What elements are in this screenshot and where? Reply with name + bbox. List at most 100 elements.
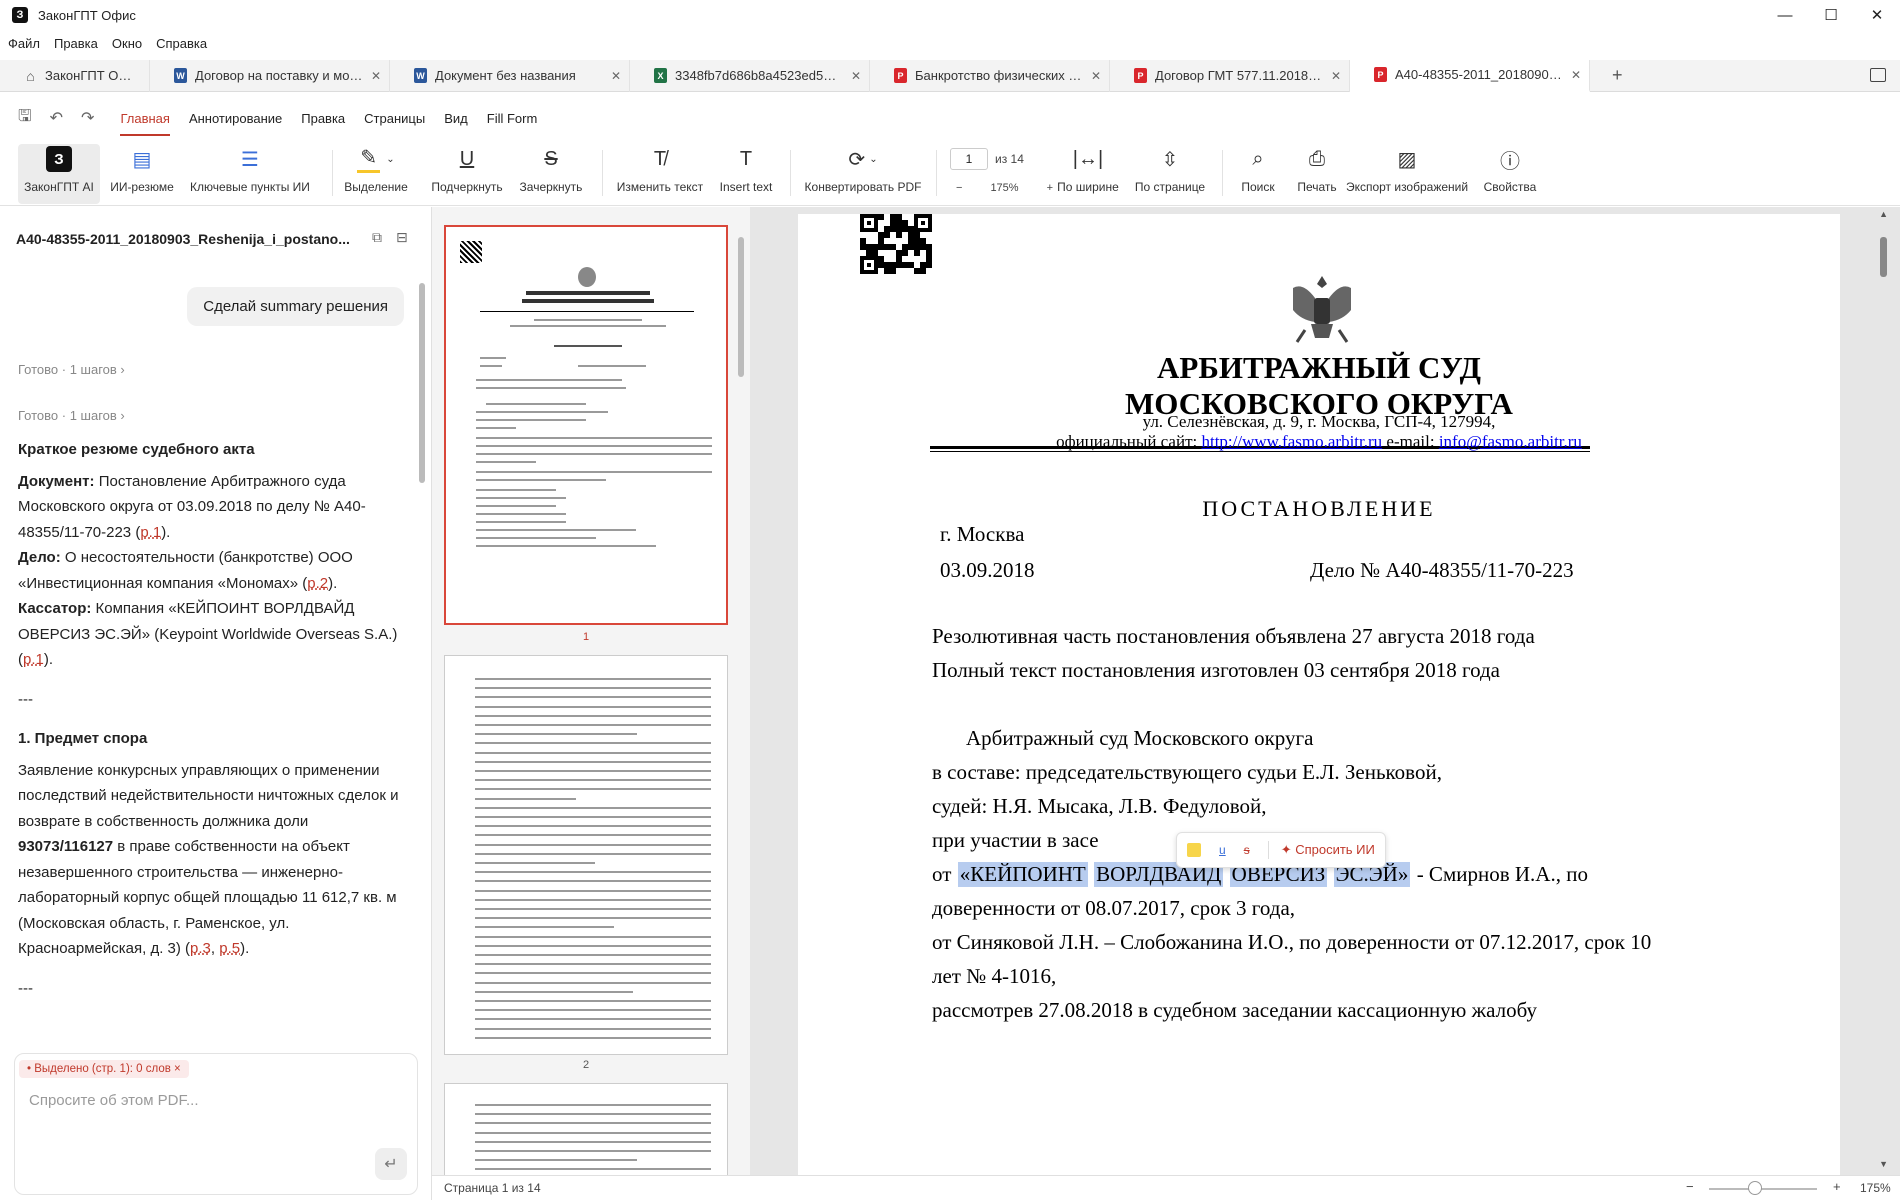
menu-help[interactable]: Справка [156, 36, 207, 51]
maximize-button[interactable]: ☐ [1808, 0, 1854, 30]
page-ref-link[interactable]: p.5 [219, 940, 240, 957]
selection-chip[interactable]: • Выделено (стр. 1): 0 слов × [19, 1060, 189, 1078]
minimize-button[interactable]: — [1762, 0, 1808, 30]
underline-selection-button[interactable]: u [1219, 843, 1226, 857]
strike-selection-button[interactable]: s [1244, 843, 1250, 857]
word-icon: W [174, 68, 187, 83]
ribbon-tab-home[interactable]: Главная [120, 100, 171, 136]
properties-button[interactable]: ⓘ Свойства [1482, 144, 1538, 204]
convert-icon: ⟳ ⌄ [848, 148, 878, 171]
ask-ai-button[interactable]: ✦ Спросить ИИ [1281, 842, 1375, 858]
ai-assistant-button[interactable]: З ЗаконГПТ AI [18, 144, 100, 204]
ribbon-tab-pages[interactable]: Страницы [364, 100, 425, 136]
ai-summary-button[interactable]: ▤ ИИ-резюме [106, 144, 178, 204]
highlight-yellow-button[interactable] [1187, 843, 1201, 857]
thumbnail-page-2[interactable] [444, 655, 728, 1055]
thumbnail-text-line [475, 806, 711, 809]
chat-input[interactable]: Спросите об этом PDF... [29, 1092, 199, 1109]
status-zoom-out-button[interactable]: − [1686, 1179, 1694, 1194]
page-ref-link[interactable]: p.1 [23, 651, 44, 668]
thumbnail-label: 2 [582, 1059, 590, 1071]
tab-home[interactable]: ⌂ ЗаконГПТ Офис [0, 59, 150, 92]
fit-page-button[interactable]: ⇳ По странице [1134, 144, 1206, 204]
underline-button[interactable]: U Подчеркнуть [430, 144, 504, 204]
redo-icon[interactable]: ↷ [81, 108, 94, 128]
menu-file[interactable]: Файл [8, 36, 40, 51]
thumbnail-page-3[interactable] [444, 1083, 728, 1175]
panel-doc-name: A40-48355-2011_20180903_Reshenija_i_post… [16, 231, 350, 247]
print-button[interactable]: ⎙ Печать [1294, 144, 1340, 204]
step-status[interactable]: Готово · 1 шагов › [18, 362, 125, 377]
scroll-down-arrow-icon[interactable]: ▼ [1879, 1159, 1888, 1169]
convert-pdf-button[interactable]: ⟳ ⌄ Конвертировать PDF [804, 144, 922, 204]
close-tab-icon[interactable]: ✕ [1571, 68, 1581, 82]
strikethrough-button[interactable]: S Зачеркнуть [516, 144, 586, 204]
status-zoom-in-button[interactable]: + [1833, 1179, 1841, 1194]
ribbon-tab-annotate[interactable]: Аннотирование [189, 100, 282, 136]
tab-bankruptcy-pdf[interactable]: P Банкротство физических ли... ✕ [870, 59, 1110, 92]
thumbnail-page-1[interactable] [444, 225, 728, 625]
page-number-input[interactable]: 1 [950, 148, 988, 170]
zoom-slider[interactable] [1709, 1188, 1817, 1190]
close-tab-icon[interactable]: ✕ [371, 69, 381, 83]
word-icon: W [414, 68, 427, 83]
fit-page-icon: ⇳ [1161, 148, 1179, 171]
sidebar-toggle-icon[interactable] [1870, 68, 1886, 82]
page-thumbnails[interactable]: 1 2 [432, 207, 750, 1175]
chat-history[interactable]: Сделай summary решения Готово · 1 шагов … [0, 271, 418, 1031]
zoom-slider-handle[interactable] [1748, 1181, 1762, 1195]
thumbnail-text-line [475, 981, 711, 984]
page-indicator: Страница 1 из 14 [444, 1181, 541, 1195]
thumbnail-text-line [475, 742, 711, 745]
edit-text-button[interactable]: T̸ Изменить текст [616, 144, 704, 204]
selected-text[interactable]: «КЕЙПОИНТ [957, 862, 1088, 887]
printer-icon: ⎙ [1309, 147, 1325, 170]
collapse-panel-icon[interactable]: ⊟ [396, 229, 408, 246]
page-ref-link[interactable]: p.3 [190, 940, 211, 957]
insert-text-button[interactable]: T Insert text [716, 144, 776, 204]
menu-edit[interactable]: Правка [54, 36, 98, 51]
close-window-button[interactable]: ✕ [1854, 0, 1900, 30]
search-button[interactable]: ⌕ Поиск [1236, 144, 1280, 204]
thumbnail-text-line [475, 770, 711, 772]
key-points-button[interactable]: ☰ Ключевые пункты ИИ [186, 144, 314, 204]
ribbon-tab-view[interactable]: Вид [444, 100, 468, 136]
tab-active-a40[interactable]: P А40-48355-2011_20180903_... ✕ [1350, 59, 1590, 92]
qr-code [860, 214, 934, 274]
close-tab-icon[interactable]: ✕ [851, 69, 861, 83]
email-link[interactable]: info@fasmo.arbitr.ru [1439, 432, 1582, 451]
zoom-out-button[interactable]: − [956, 182, 962, 194]
ribbon-tab-edit[interactable]: Правка [301, 100, 345, 136]
tab-spreadsheet[interactable]: X 3348fb7d686b8a4523ed56bc... ✕ [630, 59, 870, 92]
close-tab-icon[interactable]: ✕ [1091, 69, 1101, 83]
menu-window[interactable]: Окно [112, 36, 142, 51]
new-chat-icon[interactable]: ⧉ [372, 229, 382, 246]
zoom-in-button[interactable]: + [1047, 182, 1053, 194]
scroll-up-arrow-icon[interactable]: ▲ [1879, 209, 1888, 219]
document-viewer[interactable]: АРБИТРАЖНЫЙ СУД МОСКОВСКОГО ОКРУГА ул. С… [750, 207, 1900, 1175]
ribbon-tab-fill-form[interactable]: Fill Form [487, 100, 538, 136]
tab-contract-gmt[interactable]: P Договор ГМТ 577.11.2018 от... ✕ [1110, 59, 1350, 92]
website-link[interactable]: http://www.fasmo.arbitr.ru [1201, 432, 1382, 451]
document-scrollbar-thumb[interactable] [1880, 237, 1887, 277]
save-icon[interactable]: 🖫 [18, 105, 32, 132]
undo-icon[interactable]: ↶ [50, 108, 63, 128]
close-tab-icon[interactable]: ✕ [1331, 69, 1341, 83]
thumbnail-text-line [475, 1131, 711, 1134]
tab-contract-supply[interactable]: W Договор на поставку и мон... ✕ [150, 59, 390, 92]
tab-untitled-doc[interactable]: W Документ без названия ✕ [390, 59, 630, 92]
page-ref-link[interactable]: p.1 [140, 524, 161, 541]
chat-scrollbar-thumb[interactable] [419, 283, 425, 483]
zoom-value[interactable]: 175% [990, 182, 1018, 194]
step-status[interactable]: Готово · 1 шагов › [18, 408, 125, 423]
page-ref-link[interactable]: p.2 [307, 575, 328, 592]
new-tab-plus-icon[interactable]: + [1612, 65, 1623, 86]
close-tab-icon[interactable]: ✕ [611, 69, 621, 83]
highlight-button[interactable]: ✎ ⌄ Выделение [340, 144, 412, 204]
export-images-button[interactable]: ▨ Экспорт изображений [1344, 144, 1470, 204]
send-button[interactable]: ↵ [375, 1148, 407, 1180]
chat-input-box[interactable]: • Выделено (стр. 1): 0 слов × Спросите о… [14, 1053, 418, 1195]
thumbnail-text-line [475, 972, 711, 975]
thumbnail-scrollbar[interactable] [738, 237, 744, 377]
fit-width-button[interactable]: |↔| По ширине [1054, 144, 1122, 204]
